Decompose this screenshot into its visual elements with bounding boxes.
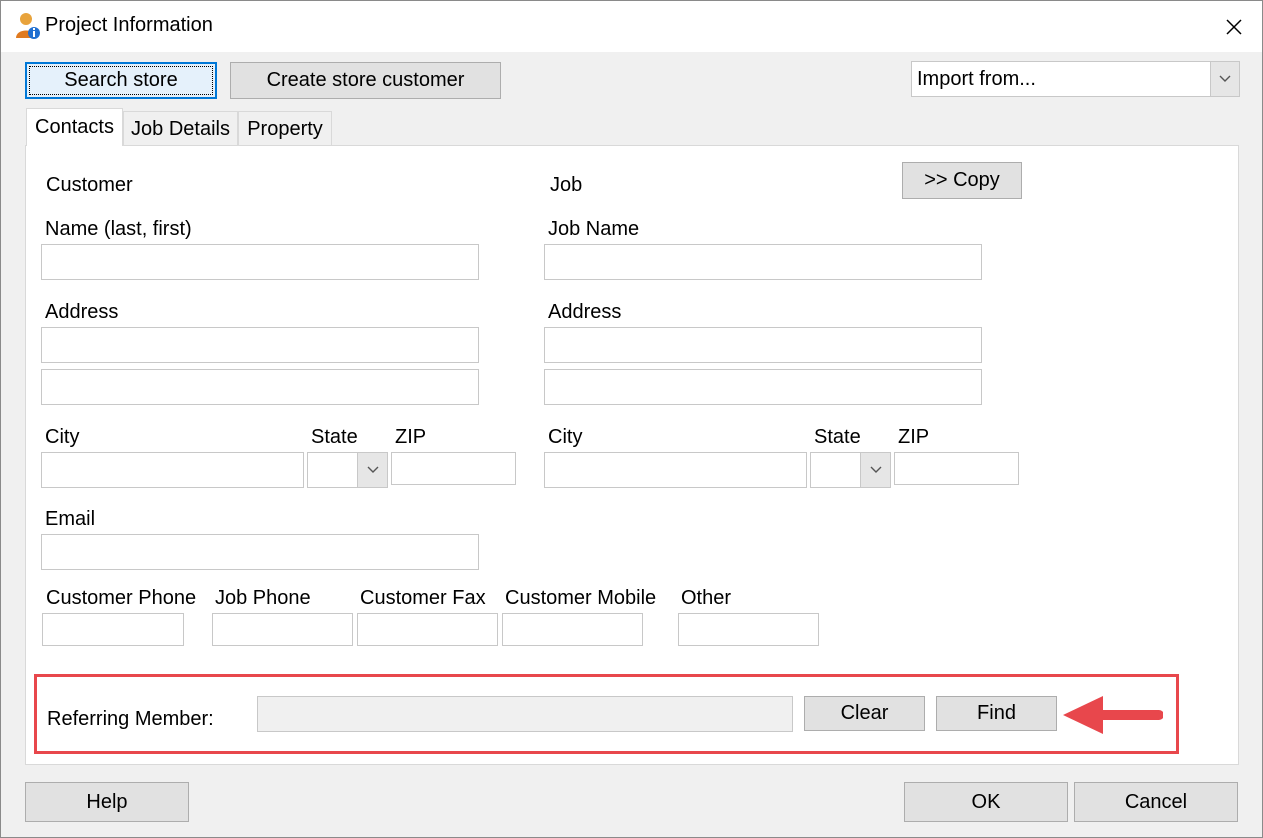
project-information-dialog: Project Information Search store Create … [0, 0, 1263, 838]
help-button[interactable]: Help [25, 782, 189, 822]
tab-property-label: Property [247, 117, 323, 140]
create-store-customer-button[interactable]: Create store customer [230, 62, 501, 99]
customer-phone-label: Customer Phone [46, 587, 197, 609]
customer-mobile-input[interactable] [502, 613, 643, 646]
customer-phone-input[interactable] [42, 613, 184, 646]
job-zip-label: ZIP [898, 426, 930, 448]
job-address2-input[interactable] [544, 369, 982, 405]
chevron-down-icon[interactable] [860, 453, 890, 487]
close-icon [1225, 18, 1242, 35]
customer-zip-input[interactable] [391, 452, 516, 485]
job-phone-label: Job Phone [215, 587, 311, 609]
user-info-icon [16, 13, 40, 39]
job-phone-input[interactable] [212, 613, 353, 646]
annotation-arrow-icon [1063, 696, 1163, 734]
tab-property[interactable]: Property [238, 111, 332, 146]
job-name-label: Job Name [548, 218, 640, 240]
ok-button[interactable]: OK [904, 782, 1068, 822]
customer-address1-input[interactable] [41, 327, 479, 363]
customer-heading: Customer [46, 174, 133, 196]
copy-button[interactable]: >> Copy [902, 162, 1022, 199]
customer-name-label: Name (last, first) [45, 218, 192, 240]
customer-state-label: State [311, 426, 358, 448]
other-phone-label: Other [681, 587, 732, 609]
tab-job-details-label: Job Details [131, 117, 230, 140]
job-city-input[interactable] [544, 452, 807, 488]
customer-address-label: Address [45, 301, 119, 323]
customer-name-input[interactable] [41, 244, 479, 280]
customer-city-input[interactable] [41, 452, 304, 488]
customer-city-label: City [45, 426, 80, 448]
job-address-label: Address [548, 301, 622, 323]
customer-state-dropdown[interactable] [307, 452, 388, 488]
customer-mobile-label: Customer Mobile [505, 587, 657, 609]
job-name-input[interactable] [544, 244, 982, 280]
job-zip-input[interactable] [894, 452, 1019, 485]
title-bar: Project Information [1, 1, 1262, 52]
search-store-button[interactable]: Search store [25, 62, 217, 99]
chevron-down-icon[interactable] [357, 453, 387, 487]
customer-address2-input[interactable] [41, 369, 479, 405]
chevron-down-icon[interactable] [1210, 62, 1239, 96]
tab-contacts-label: Contacts [35, 116, 114, 138]
job-address1-input[interactable] [544, 327, 982, 363]
job-heading: Job [550, 174, 583, 196]
customer-fax-label: Customer Fax [360, 587, 486, 609]
job-city-label: City [548, 426, 583, 448]
import-from-dropdown[interactable]: Import from... [911, 61, 1240, 97]
import-from-value: Import from... [917, 68, 1036, 90]
customer-email-input[interactable] [41, 534, 479, 570]
tab-contacts[interactable]: Contacts [26, 108, 123, 146]
customer-fax-input[interactable] [357, 613, 498, 646]
job-state-label: State [814, 426, 861, 448]
customer-zip-label: ZIP [395, 426, 427, 448]
annotation-highlight-box [34, 674, 1179, 754]
cancel-button[interactable]: Cancel [1074, 782, 1238, 822]
customer-email-label: Email [45, 508, 96, 530]
other-phone-input[interactable] [678, 613, 819, 646]
close-button[interactable] [1205, 1, 1262, 52]
tab-job-details[interactable]: Job Details [123, 111, 238, 146]
window-title: Project Information [45, 14, 213, 36]
job-state-dropdown[interactable] [810, 452, 891, 488]
